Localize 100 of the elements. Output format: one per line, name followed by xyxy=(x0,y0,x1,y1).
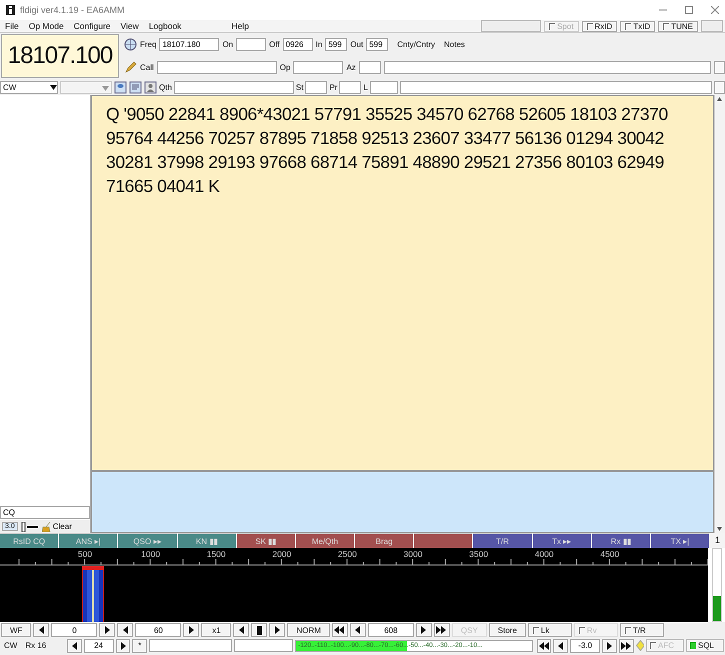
log-field[interactable]: 599 xyxy=(366,38,388,51)
dropdown-arrow-icon xyxy=(102,86,109,90)
fast-step-button[interactable] xyxy=(434,623,450,637)
dropdown-button[interactable] xyxy=(714,61,725,74)
step-button[interactable] xyxy=(99,623,116,637)
menu-item[interactable]: Configure xyxy=(68,20,116,32)
left-arrow-icon xyxy=(238,625,245,635)
macro-button[interactable] xyxy=(414,533,472,548)
macro-button[interactable]: TX ▸| xyxy=(650,533,710,548)
document-icon[interactable] xyxy=(129,80,142,94)
macro-button[interactable]: Brag xyxy=(355,533,414,548)
macro-button[interactable]: Rx ▮▮ xyxy=(592,533,650,548)
pencil-icon[interactable] xyxy=(124,61,136,74)
checkbox[interactable] xyxy=(624,626,631,634)
control-button[interactable]: WF xyxy=(1,623,32,637)
step-button[interactable] xyxy=(233,623,250,637)
control-button[interactable]: x1 xyxy=(201,623,232,637)
mode-label: CW xyxy=(3,641,18,650)
person-icon[interactable] xyxy=(144,80,157,94)
log-field[interactable] xyxy=(293,61,344,74)
step-button[interactable] xyxy=(602,638,617,652)
step-button[interactable] xyxy=(33,623,50,637)
scale-label: 3500 xyxy=(469,549,488,559)
close-icon[interactable] xyxy=(711,6,719,14)
left-arrow-icon xyxy=(354,625,362,635)
clear-button[interactable]: Clear xyxy=(42,522,72,532)
dropdown-arrow-icon xyxy=(50,84,57,90)
value-field[interactable]: 0 xyxy=(51,623,98,637)
log-field[interactable]: 599 xyxy=(325,38,348,51)
menu-item[interactable]: Help xyxy=(226,20,254,32)
log-field[interactable] xyxy=(236,38,266,51)
field-label: Pr xyxy=(329,82,338,92)
value-field[interactable]: 608 xyxy=(368,623,414,637)
right-arrow-icon xyxy=(420,625,428,635)
macro-button[interactable]: Tx ▸▸ xyxy=(532,533,591,548)
scale-label: 2500 xyxy=(338,549,357,559)
menu-item[interactable]: Op Mode xyxy=(24,20,69,32)
log-field[interactable] xyxy=(370,80,398,94)
field-label: On xyxy=(222,40,234,49)
step-button[interactable] xyxy=(269,623,286,637)
step-button[interactable] xyxy=(416,623,432,637)
slider-icon[interactable] xyxy=(20,522,39,532)
mode-combo[interactable]: CW xyxy=(0,80,58,94)
toolbar-toggle[interactable]: RxID xyxy=(582,20,618,32)
fast-step-button[interactable] xyxy=(618,638,634,652)
text-field[interactable] xyxy=(400,80,712,94)
step-button[interactable] xyxy=(66,638,82,652)
macro-button[interactable]: T/R xyxy=(473,533,532,548)
toggle-button[interactable]: Lk xyxy=(528,623,572,637)
control-button[interactable]: Store xyxy=(488,623,526,637)
step-button[interactable] xyxy=(350,623,366,637)
toolbar-toggle[interactable]: TUNE xyxy=(658,20,698,32)
field-label: Notes xyxy=(444,40,465,49)
left-arrow-icon xyxy=(70,640,78,650)
field-label: Off xyxy=(269,40,280,49)
menu-item[interactable]: File xyxy=(0,20,24,32)
value-field[interactable]: 60 xyxy=(135,623,182,637)
value-field[interactable]: -3.0 xyxy=(570,638,600,652)
menu-item[interactable]: Logbook xyxy=(144,20,186,32)
field-label: St xyxy=(296,82,304,92)
scroll-up-icon[interactable] xyxy=(715,95,724,104)
step-button[interactable] xyxy=(553,638,568,652)
log-field[interactable]: 18107.180 xyxy=(159,38,220,51)
field-label: L xyxy=(363,82,368,92)
control-button[interactable]: NORM xyxy=(287,623,330,637)
maximize-icon[interactable] xyxy=(685,6,693,14)
toggle-button[interactable]: T/R xyxy=(620,623,664,637)
combo-box[interactable] xyxy=(60,80,112,94)
globe-icon[interactable] xyxy=(124,38,136,51)
value-field[interactable]: 24 xyxy=(84,638,114,652)
checkbox[interactable] xyxy=(532,626,539,634)
log-field[interactable] xyxy=(174,80,294,94)
step-button[interactable] xyxy=(117,623,134,637)
macro-button[interactable]: SK ▮▮ xyxy=(236,533,295,548)
field-label: Out xyxy=(350,40,364,49)
step-button[interactable] xyxy=(116,638,130,652)
toolbar-toggle[interactable]: TxID xyxy=(620,20,656,32)
checkbox[interactable] xyxy=(625,22,632,30)
text-field[interactable]: CQ xyxy=(0,506,90,519)
scale-label: 4000 xyxy=(534,549,554,559)
log-field[interactable] xyxy=(358,61,381,74)
log-field[interactable] xyxy=(305,80,328,94)
database-icon[interactable] xyxy=(114,80,127,94)
macro-button[interactable]: Me/Qth xyxy=(296,533,354,548)
log-field[interactable] xyxy=(156,61,277,74)
fast-step-button[interactable] xyxy=(332,623,348,637)
toggle-button[interactable]: SQL xyxy=(686,639,724,652)
checkbox[interactable] xyxy=(586,22,593,30)
log-field[interactable] xyxy=(339,80,362,94)
fast-step-button[interactable] xyxy=(536,638,552,652)
checkbox[interactable] xyxy=(690,642,696,649)
scale-label: 1500 xyxy=(206,549,226,559)
checkbox[interactable] xyxy=(663,22,670,30)
step-button[interactable] xyxy=(183,623,200,637)
stop-button[interactable] xyxy=(251,623,268,637)
log-field[interactable]: 0926 xyxy=(282,38,313,51)
macro-set-label[interactable]: 1 xyxy=(710,533,725,548)
menu-item[interactable]: View xyxy=(116,20,144,32)
star-button[interactable]: * xyxy=(132,638,148,652)
notes-field[interactable] xyxy=(384,61,711,74)
